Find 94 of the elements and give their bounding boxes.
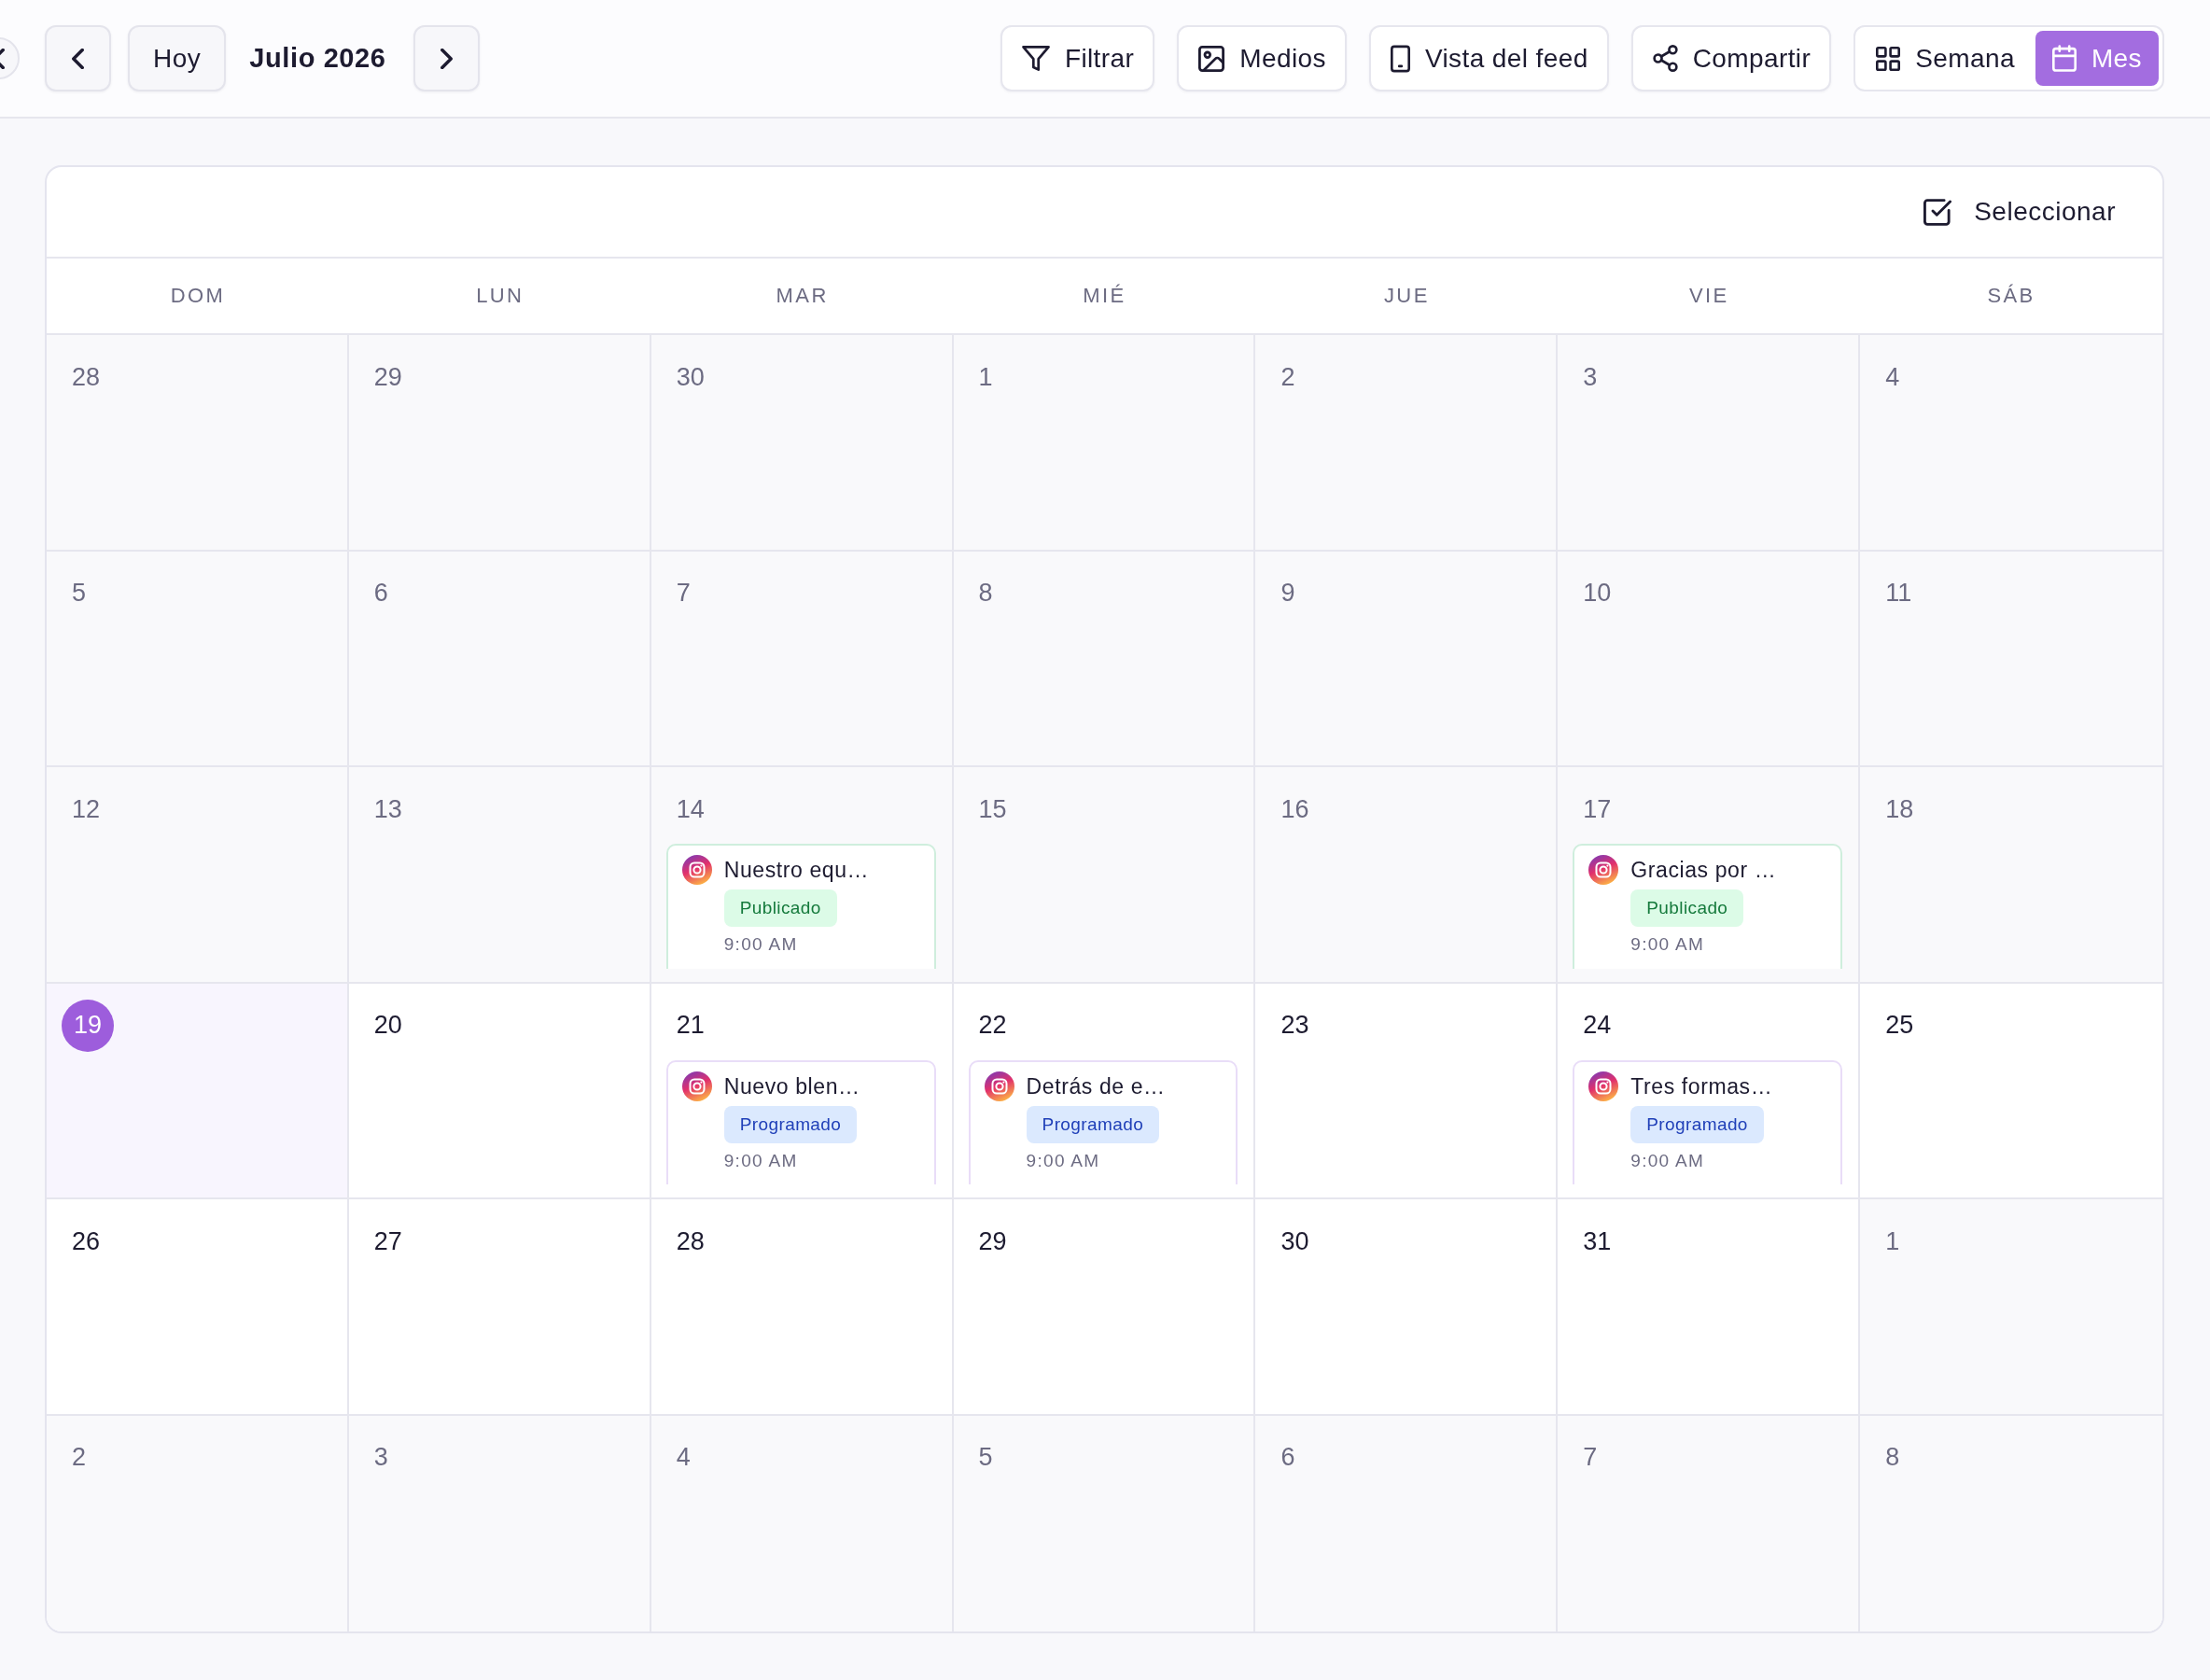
weekday-label: MAR	[776, 284, 829, 308]
event-time: 9:00 AM	[723, 1149, 799, 1172]
day-number: 29	[977, 1225, 1007, 1257]
day-number: 28	[71, 361, 101, 393]
day-number: 25	[1884, 1010, 1914, 1041]
event-card[interactable]: Detrás de e… Programado 9:00 AM	[968, 1059, 1238, 1184]
share-icon	[1652, 45, 1678, 72]
camera-icon	[681, 855, 712, 885]
event-title: Gracias por …	[1630, 857, 1778, 884]
event-time: 9:00 AM	[723, 933, 799, 956]
previous-button[interactable]	[45, 25, 111, 91]
weekday-label: JUE	[1383, 284, 1430, 308]
status-badge: Publicado	[1630, 889, 1744, 927]
status-badge: Programado	[1630, 1105, 1764, 1143]
day-number: 14	[675, 793, 705, 825]
camera-icon	[984, 1071, 1014, 1101]
day-number: 10	[1582, 578, 1612, 609]
day-number: 20	[372, 1010, 402, 1041]
media-button[interactable]: Medios	[1177, 25, 1347, 91]
status-badge: Programado	[1026, 1105, 1160, 1143]
month-view-tab[interactable]: Mes	[2035, 31, 2159, 86]
filter-button[interactable]: Filtrar	[1000, 25, 1155, 91]
day-number: 30	[1280, 1225, 1309, 1257]
event-card[interactable]: Nuestro equ… Publicado 9:00 AM	[665, 844, 936, 969]
day-number: 4	[675, 1442, 691, 1473]
week-view-tab[interactable]: Semana	[1859, 31, 2032, 86]
day-number: 18	[1884, 793, 1914, 825]
day-number: 2	[1280, 361, 1295, 393]
status-badge: Publicado	[723, 889, 837, 927]
camera-icon	[1588, 855, 1619, 885]
today-marker: 19	[62, 999, 114, 1052]
day-number: 12	[71, 793, 101, 825]
image-icon	[1198, 45, 1225, 72]
day-number: 13	[372, 793, 402, 825]
day-number: 21	[675, 1010, 705, 1041]
camera-icon	[1588, 1071, 1619, 1101]
select-button[interactable]: Seleccionar	[1907, 189, 2133, 234]
feed-view-button[interactable]: Vista del feed	[1368, 25, 1609, 91]
status-badge: Programado	[723, 1105, 858, 1143]
phone-icon	[1390, 44, 1410, 73]
grid-icon	[1876, 46, 1901, 71]
day-number: 8	[1884, 1442, 1900, 1473]
day-number: 22	[977, 1010, 1007, 1041]
day-number: 3	[372, 1442, 388, 1473]
day-number: 16	[1280, 793, 1309, 825]
weekday-label: SÁB	[1987, 284, 2035, 308]
event-title: Nuevo blen…	[723, 1072, 861, 1100]
day-number: 5	[977, 1442, 993, 1473]
day-number: 29	[372, 361, 402, 393]
event-time: 9:00 AM	[1026, 1149, 1101, 1172]
camera-icon	[681, 1071, 712, 1101]
weekday-label: MIÉ	[1083, 284, 1126, 308]
chevron-right-icon	[440, 48, 453, 69]
day-number: 1	[977, 361, 993, 393]
month-title: Julio 2026	[249, 43, 386, 74]
day-number: 23	[1280, 1010, 1309, 1041]
weekday-label: VIE	[1688, 284, 1729, 308]
today-button[interactable]: Hoy	[128, 25, 227, 91]
weekday-label: DOM	[170, 284, 226, 308]
filter-icon	[1021, 46, 1050, 71]
event-title: Tres formas…	[1630, 1072, 1774, 1100]
check-square-icon	[1923, 198, 1952, 226]
day-number: 26	[71, 1225, 101, 1257]
day-number: 6	[1280, 1442, 1295, 1473]
event-card[interactable]: Tres formas… Programado 9:00 AM	[1573, 1059, 1843, 1184]
event-time: 9:00 AM	[1630, 933, 1706, 956]
calendar-icon	[2051, 45, 2077, 72]
day-number: 3	[1582, 361, 1598, 393]
day-number: 31	[1582, 1225, 1612, 1257]
event-card[interactable]: Gracias por … Publicado 9:00 AM	[1573, 844, 1843, 969]
day-number: 6	[372, 578, 388, 609]
day-number: 2	[71, 1442, 87, 1473]
day-number: 8	[977, 578, 993, 609]
day-number: 5	[71, 578, 87, 609]
day-number: 9	[1280, 578, 1295, 609]
day-number: 4	[1884, 361, 1900, 393]
day-number: 15	[977, 793, 1007, 825]
day-number: 7	[1582, 1442, 1598, 1473]
day-number: 7	[675, 578, 691, 609]
event-title: Detrás de e…	[1026, 1072, 1167, 1100]
event-title: Nuestro equ…	[723, 857, 871, 884]
event-time: 9:00 AM	[1630, 1149, 1706, 1172]
chevron-left-icon	[72, 48, 84, 69]
next-button[interactable]	[413, 25, 480, 91]
day-number: 30	[675, 361, 705, 393]
event-card[interactable]: Nuevo blen… Programado 9:00 AM	[665, 1059, 936, 1184]
day-number: 28	[675, 1225, 705, 1257]
day-number: 17	[1582, 793, 1612, 825]
day-number: 24	[1582, 1010, 1612, 1041]
share-button[interactable]: Compartir	[1630, 25, 1832, 91]
day-number: 11	[1884, 578, 1912, 609]
day-number: 1	[1884, 1225, 1900, 1257]
weekday-label: LUN	[476, 284, 525, 308]
day-number: 27	[372, 1225, 402, 1257]
